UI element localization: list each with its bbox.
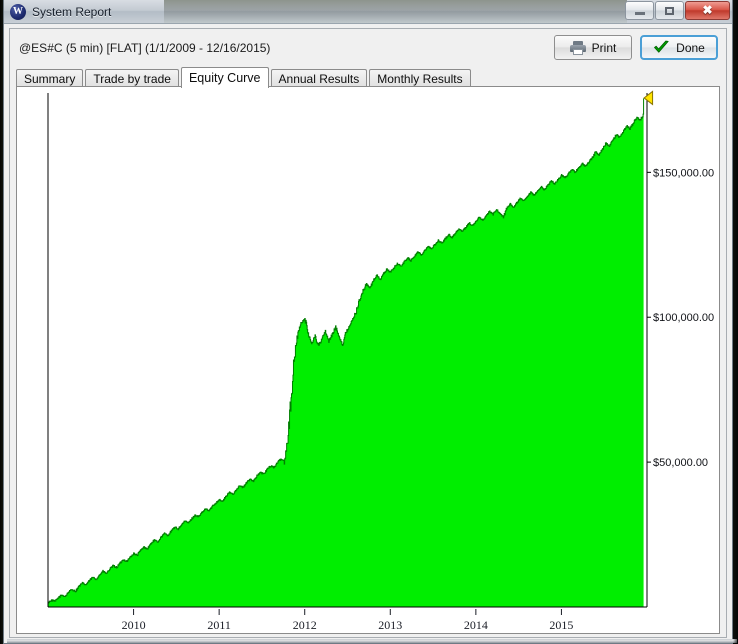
maximize-icon: [665, 6, 674, 15]
equity-area-fill: [48, 98, 644, 607]
minimize-button[interactable]: [625, 1, 654, 20]
equity-curve-chart: $150,000.00 $100,000.00 $50,000.00 2010 2011…: [47, 90, 714, 632]
x-tick-label-1: 2011: [207, 618, 231, 632]
close-icon: ✖: [702, 3, 713, 17]
system-report-window: W System Report ✖ @ES#C (5 min) [FLAT] (…: [3, 0, 737, 644]
equity-curve-panel: $150,000.00 $100,000.00 $50,000.00 2010 2011…: [16, 86, 720, 634]
x-tick-label-3: 2013: [378, 618, 402, 632]
checkmark-icon: [654, 40, 669, 53]
window-title: System Report: [32, 4, 112, 19]
header-button-group: Print Done: [554, 35, 718, 60]
x-tick-label-0: 2010: [122, 618, 146, 632]
done-button-label: Done: [676, 40, 705, 55]
tab-summary[interactable]: Summary: [16, 69, 84, 87]
window-controls: ✖: [625, 1, 730, 20]
app-logo-icon: W: [10, 3, 26, 20]
maximize-button[interactable]: [655, 1, 684, 20]
done-button[interactable]: Done: [640, 35, 718, 60]
report-header-bar: @ES#C (5 min) [FLAT] (1/1/2009 - 12/16/2…: [10, 29, 726, 67]
tab-monthly-results[interactable]: Monthly Results: [369, 69, 471, 87]
plot-area: $150,000.00 $100,000.00 $50,000.00 2010 2011…: [17, 87, 719, 633]
minimize-icon: [634, 12, 645, 15]
current-equity-marker-icon: [643, 90, 654, 106]
close-button[interactable]: ✖: [685, 1, 730, 20]
tab-trade-by-trade[interactable]: Trade by trade: [85, 69, 179, 87]
tab-annual-results[interactable]: Annual Results: [270, 69, 368, 87]
printer-icon: [569, 40, 586, 55]
tab-equity-curve[interactable]: Equity Curve: [180, 67, 269, 88]
y-tick-label-1: $100,000.00: [653, 312, 714, 324]
y-tick-label-0: $150,000.00: [653, 167, 714, 179]
x-tick-label-4: 2014: [464, 618, 488, 632]
y-tick-label-2: $50,000.00: [653, 457, 708, 469]
print-button[interactable]: Print: [554, 35, 632, 60]
print-button-label: Print: [591, 40, 617, 55]
client-area: @ES#C (5 min) [FLAT] (1/1/2009 - 12/16/2…: [9, 28, 727, 638]
tab-strip: Summary Trade by trade Equity Curve Annu…: [16, 67, 473, 88]
x-tick-label-5: 2015: [549, 618, 573, 632]
window-bottom-edge: [7, 639, 737, 643]
x-tick-label-2: 2012: [293, 618, 317, 632]
report-caption: @ES#C (5 min) [FLAT] (1/1/2009 - 12/16/2…: [19, 41, 271, 55]
window-title-bar[interactable]: W System Report ✖: [4, 0, 732, 24]
